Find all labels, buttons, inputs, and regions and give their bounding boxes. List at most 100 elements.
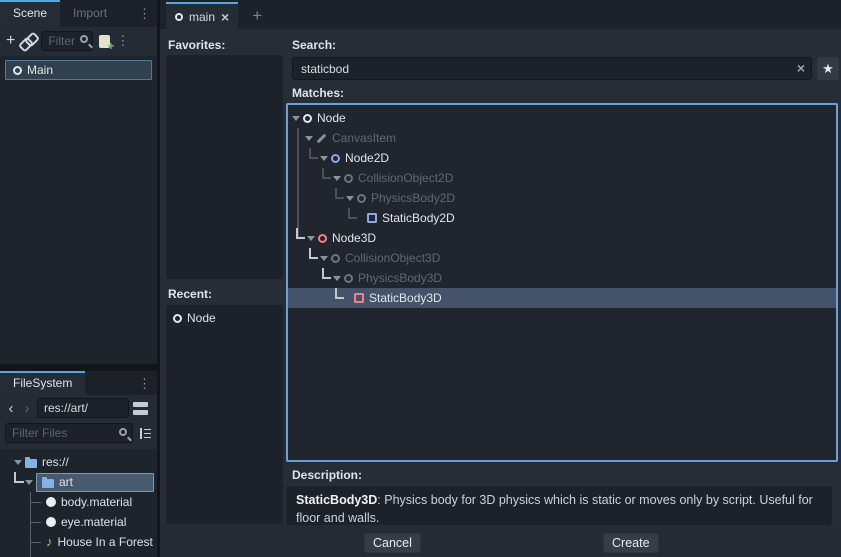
forward-icon[interactable]: ›	[21, 400, 33, 417]
back-icon[interactable]: ‹	[5, 400, 17, 417]
match-label: PhysicsBody3D	[358, 271, 442, 285]
folder-icon	[25, 459, 37, 468]
chevron-down-icon[interactable]	[333, 176, 341, 181]
node-icon	[173, 314, 182, 323]
scene-toolbar: + ⋮	[0, 27, 157, 55]
scene-filter-wrap	[41, 31, 93, 51]
tab-filesystem[interactable]: FileSystem	[0, 371, 85, 395]
chevron-down-icon[interactable]	[333, 276, 341, 281]
fs-item-label: art	[59, 475, 73, 489]
tree-tick	[30, 532, 44, 552]
match-row-node2d[interactable]: Node2D	[288, 148, 836, 168]
favorite-toggle-button[interactable]: ★	[817, 57, 839, 80]
scene-tree: Main	[0, 56, 157, 364]
node-icon	[303, 114, 312, 123]
description-label: Description:	[292, 468, 362, 482]
file-sort-icon[interactable]	[138, 427, 152, 440]
recent-item-node[interactable]: Node	[166, 308, 283, 328]
favorites-label: Favorites:	[168, 38, 225, 52]
match-row-node[interactable]: Node	[288, 108, 836, 128]
match-row-collisionobject2d[interactable]: CollisionObject2D	[288, 168, 836, 188]
canvasitem-icon	[317, 133, 327, 143]
tree-elbow	[309, 148, 318, 159]
match-label: Node2D	[345, 151, 389, 165]
tree-elbow	[322, 168, 331, 179]
fs-menu-icon[interactable]: ⋮	[138, 376, 151, 392]
chevron-down-icon[interactable]	[292, 116, 300, 121]
chevron-down-icon[interactable]	[320, 156, 328, 161]
match-row-physicsbody3d[interactable]: PhysicsBody3D	[288, 268, 836, 288]
fs-selected-item[interactable]: art	[36, 473, 154, 492]
clear-search-icon[interactable]: ×	[797, 60, 805, 76]
add-node-button[interactable]: +	[6, 33, 15, 49]
fs-row-house-audio[interactable]: ♪ House In a Forest Lo	[0, 532, 157, 552]
new-scene-tab-button[interactable]: +	[252, 6, 262, 29]
fs-row-art[interactable]: art	[0, 472, 157, 492]
tree-elbow	[348, 208, 357, 219]
match-label: CollisionObject3D	[345, 251, 440, 265]
staticbody2d-icon	[367, 213, 377, 223]
fs-row-mob-glb[interactable]: mob.glb	[0, 552, 157, 557]
match-row-canvasitem[interactable]: CanvasItem	[288, 128, 836, 148]
scene-root-node[interactable]: Main	[5, 60, 152, 80]
material-icon	[46, 517, 56, 527]
cancel-button[interactable]: Cancel	[364, 533, 421, 553]
dock-menu-icon[interactable]: ⋮	[138, 6, 151, 22]
fs-row-res[interactable]: res://	[0, 452, 157, 472]
folder-icon	[42, 479, 54, 488]
physicsbody3d-icon	[344, 274, 353, 283]
tab-import[interactable]: Import	[60, 0, 120, 27]
attach-script-icon[interactable]	[99, 35, 110, 48]
fs-filter-input[interactable]	[5, 423, 133, 443]
fs-row-eye-material[interactable]: eye.material	[0, 512, 157, 532]
chevron-down-icon[interactable]	[307, 236, 315, 241]
favorites-list[interactable]	[166, 55, 283, 279]
dialog-footer: Cancel Create	[160, 525, 841, 557]
physicsbody2d-icon	[357, 194, 366, 203]
node3d-icon	[318, 234, 327, 243]
filesystem-dock: FileSystem ⋮ ‹ › res:// art	[0, 371, 157, 557]
recent-item-label: Node	[187, 311, 216, 325]
node2d-icon	[331, 154, 340, 163]
staticbody3d-icon	[354, 293, 364, 303]
description-box: StaticBody3D: Physics body for 3D physic…	[286, 486, 832, 525]
chevron-down-icon[interactable]	[14, 460, 22, 465]
fs-filter-wrap	[5, 423, 133, 443]
collisionobject2d-icon	[344, 174, 353, 183]
chevron-down-icon[interactable]	[25, 480, 33, 485]
close-icon[interactable]: ×	[221, 9, 229, 25]
chevron-down-icon[interactable]	[346, 196, 354, 201]
audio-icon: ♪	[46, 537, 53, 547]
chevron-down-icon[interactable]	[305, 136, 313, 141]
search-input[interactable]	[292, 57, 812, 80]
fs-row-body-material[interactable]: body.material	[0, 492, 157, 512]
fs-tabstrip: FileSystem ⋮	[0, 371, 157, 395]
scene-tab-main[interactable]: main ×	[166, 2, 238, 29]
match-row-staticbody2d[interactable]: StaticBody2D	[288, 208, 836, 228]
match-label: CanvasItem	[332, 131, 396, 145]
scene-tree-menu-icon[interactable]: ⋮	[116, 33, 129, 49]
tree-tick	[30, 552, 44, 557]
recent-list: Node	[166, 305, 283, 524]
chevron-down-icon[interactable]	[320, 256, 328, 261]
instance-scene-icon[interactable]	[21, 34, 35, 48]
match-row-staticbody3d[interactable]: StaticBody3D	[288, 288, 836, 308]
node-icon	[13, 66, 22, 75]
node-icon	[175, 13, 183, 21]
fs-path-input[interactable]	[37, 398, 129, 418]
match-row-collisionobject3d[interactable]: CollisionObject3D	[288, 248, 836, 268]
scene-dock-tabstrip: Scene Import ⋮	[0, 0, 157, 27]
tab-scene[interactable]: Scene	[0, 0, 60, 27]
editor-tabbar: main × +	[160, 0, 841, 29]
match-row-physicsbody2d[interactable]: PhysicsBody2D	[288, 188, 836, 208]
match-label: PhysicsBody2D	[371, 191, 455, 205]
match-label: CollisionObject2D	[358, 171, 453, 185]
collisionobject3d-icon	[331, 254, 340, 263]
match-row-node3d[interactable]: Node3D	[288, 228, 836, 248]
matches-label: Matches:	[292, 86, 344, 100]
search-icon	[119, 428, 127, 436]
match-label: Node3D	[332, 231, 376, 245]
create-button[interactable]: Create	[603, 533, 659, 553]
toggle-split-mode-icon[interactable]	[133, 402, 148, 415]
tree-tick	[30, 512, 44, 532]
